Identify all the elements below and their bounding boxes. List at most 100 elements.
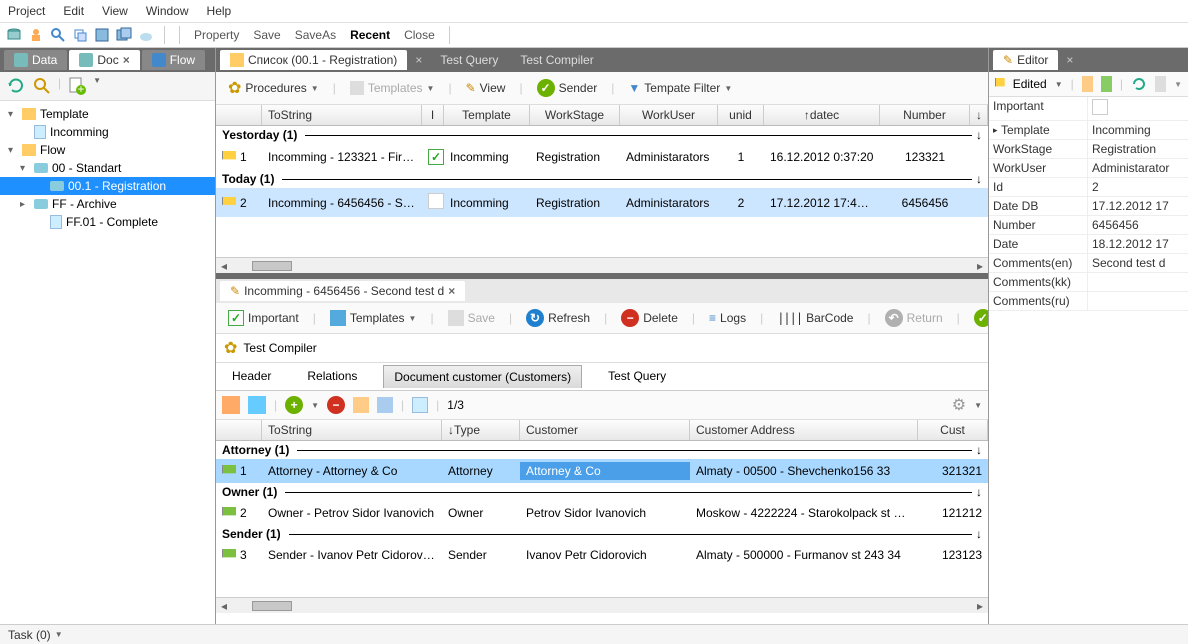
property-button[interactable]: Property — [190, 26, 243, 44]
sender-button[interactable]: ✓Sender — [531, 77, 604, 99]
dropdown-arrow-icon[interactable]: ▼ — [93, 76, 101, 96]
close-icon[interactable]: × — [448, 284, 455, 298]
grid-icon[interactable] — [248, 396, 266, 414]
prop-row[interactable]: Comments(kk) — [989, 273, 1188, 292]
prop-val[interactable] — [1087, 97, 1188, 120]
tab-testcompiler[interactable]: Test Compiler — [510, 50, 603, 70]
refresh-icon[interactable] — [1131, 76, 1147, 92]
procedures-button[interactable]: ✿Procedures▼ — [222, 76, 325, 100]
save-button[interactable]: Save — [442, 308, 501, 328]
gear-icon[interactable]: ⚙ — [952, 395, 966, 415]
close-icon[interactable]: × — [1060, 53, 1079, 67]
user-icon[interactable] — [28, 27, 44, 43]
prop-val[interactable]: Administarator — [1087, 159, 1188, 177]
link-icon[interactable] — [377, 397, 393, 413]
scrollbar-horizontal[interactable]: ◂▸ — [216, 597, 988, 613]
refresh-icon[interactable] — [6, 76, 26, 96]
doc-icon[interactable] — [412, 397, 428, 413]
tab-spisok[interactable]: Список (00.1 - Registration) — [220, 50, 407, 70]
subtab-relations[interactable]: Relations — [297, 365, 367, 388]
prop-val[interactable]: Registration — [1087, 140, 1188, 158]
prop-row[interactable]: Number6456456 — [989, 216, 1188, 235]
col-cust[interactable]: Cust — [918, 420, 988, 440]
template-filter-button[interactable]: ▼Tempate Filter▼ — [622, 79, 738, 97]
saveas-button[interactable]: SaveAs — [291, 26, 340, 44]
save-button[interactable]: Save — [249, 26, 284, 44]
disk-icon[interactable] — [94, 27, 110, 43]
prop-row[interactable]: ▸TemplateIncomming — [989, 121, 1188, 140]
prop-row[interactable]: Date18.12.2012 17 — [989, 235, 1188, 254]
prop-row[interactable]: WorkUserAdministarator — [989, 159, 1188, 178]
refresh-button[interactable]: ↻Refresh — [520, 307, 596, 329]
important-button[interactable]: ✓Important — [222, 308, 305, 328]
group-attorney[interactable]: Attorney (1)↓ — [216, 441, 988, 459]
sort-icon[interactable] — [1082, 76, 1093, 92]
barcode-button[interactable]: ||||BarCode — [771, 309, 859, 327]
templates-button[interactable]: Templates▼ — [344, 79, 441, 97]
tab-data[interactable]: Data — [4, 50, 67, 70]
menu-help[interactable]: Help — [207, 4, 232, 18]
tree-registration[interactable]: 00.1 - Registration — [0, 177, 215, 195]
col-workuser[interactable]: WorkUser — [620, 105, 718, 125]
col-address[interactable]: Customer Address — [690, 420, 918, 440]
list-row[interactable]: 2 Incomming - 6456456 - Secon Incomming … — [216, 188, 988, 217]
tree-flow[interactable]: ▾Flow — [0, 141, 215, 159]
prop-val[interactable]: 6456456 — [1087, 216, 1188, 234]
tree-complete[interactable]: FF.01 - Complete — [0, 213, 215, 231]
tree-archive[interactable]: ▸FF - Archive — [0, 195, 215, 213]
view-button[interactable]: ✎View — [460, 79, 512, 97]
prop-row[interactable]: Comments(en)Second test d — [989, 254, 1188, 273]
copy-icon[interactable] — [72, 27, 88, 43]
col-tostring[interactable]: ToString — [262, 105, 422, 125]
group-owner[interactable]: Owner (1)↓ — [216, 483, 988, 501]
col-arrow[interactable]: ↓ — [970, 105, 988, 125]
disks-icon[interactable] — [116, 27, 132, 43]
col-tostring[interactable]: ToString — [262, 420, 442, 440]
search-icon[interactable] — [32, 76, 52, 96]
col-flag[interactable] — [216, 420, 262, 440]
prop-row[interactable]: Important — [989, 97, 1188, 121]
col-i[interactable]: I — [422, 105, 444, 125]
list-row[interactable]: 1 Incomming - 123321 - First do ✓ Incomm… — [216, 144, 988, 170]
grid-icon[interactable] — [222, 396, 240, 414]
prop-row[interactable]: Date DB17.12.2012 17 — [989, 197, 1188, 216]
tree-icon[interactable] — [1101, 76, 1112, 92]
menu-view[interactable]: View — [102, 4, 128, 18]
col-flag[interactable] — [216, 105, 262, 125]
tree-incomming[interactable]: Incomming — [0, 123, 215, 141]
menu-edit[interactable]: Edit — [63, 4, 84, 18]
close-icon[interactable]: × — [123, 53, 130, 67]
col-customer[interactable]: Customer — [520, 420, 690, 440]
chevron-down-icon[interactable]: ▼ — [1174, 80, 1182, 89]
scrollbar-horizontal[interactable]: ◂▸ — [216, 257, 988, 273]
close-icon[interactable]: × — [409, 53, 428, 67]
col-datec[interactable]: ↑datec — [764, 105, 880, 125]
group-yesterday[interactable]: Yestorday (1)↓ — [216, 126, 988, 144]
menu-window[interactable]: Window — [146, 4, 189, 18]
prop-val[interactable]: 17.12.2012 17 — [1087, 197, 1188, 215]
prop-val[interactable]: Incomming — [1087, 121, 1188, 139]
chevron-down-icon[interactable]: ▼ — [55, 630, 63, 639]
subtab-header[interactable]: Header — [222, 365, 281, 388]
cloud-icon[interactable] — [138, 27, 154, 43]
disk-icon[interactable] — [1155, 76, 1166, 92]
col-number[interactable]: Number — [880, 105, 970, 125]
menu-project[interactable]: Project — [8, 4, 45, 18]
delete-button[interactable]: −Delete — [615, 307, 684, 329]
status-text[interactable]: Task (0) — [8, 628, 51, 642]
add-doc-icon[interactable]: + — [67, 76, 87, 96]
subtab-testquery[interactable]: Test Query — [598, 365, 676, 388]
group-sender[interactable]: Sender (1)↓ — [216, 525, 988, 543]
recent-button[interactable]: Recent — [346, 26, 394, 44]
prop-val[interactable]: 2 — [1087, 178, 1188, 196]
tree-template[interactable]: ▾Template — [0, 105, 215, 123]
logs-button[interactable]: ≡Logs — [703, 309, 752, 327]
prop-val[interactable]: Second test d — [1087, 254, 1188, 272]
customer-row[interactable]: 3 Sender - Ivanov Petr Cidorovich Sender… — [216, 543, 988, 567]
tree-standart[interactable]: ▾00 - Standart — [0, 159, 215, 177]
prop-val[interactable]: 18.12.2012 17 — [1087, 235, 1188, 253]
col-unid[interactable]: unid — [718, 105, 764, 125]
find-icon[interactable] — [50, 27, 66, 43]
remove-button[interactable]: − — [327, 396, 345, 414]
customer-row[interactable]: 2 Owner - Petrov Sidor Ivanovich Owner P… — [216, 501, 988, 525]
